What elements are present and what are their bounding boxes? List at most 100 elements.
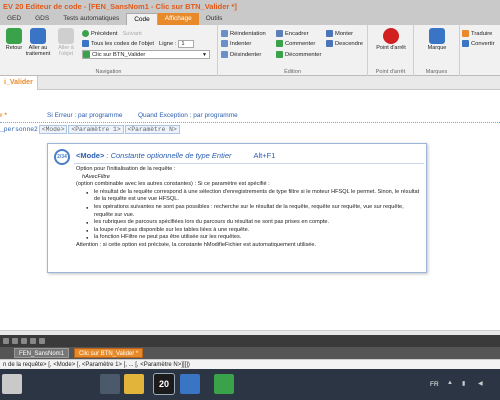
start-icon[interactable] <box>2 374 22 394</box>
indenter-button[interactable]: Indenter <box>221 39 251 48</box>
bookmark-icon <box>429 28 445 44</box>
aller-traitement-button[interactable]: Aller au traitement <box>24 28 52 57</box>
encadrer-button[interactable]: Encadrer <box>276 29 309 38</box>
tray-volume-icon[interactable]: ◀ <box>478 380 483 387</box>
tray-up-icon[interactable]: ▲ <box>447 380 453 386</box>
convertir-button[interactable]: Convertir <box>462 39 495 48</box>
tab-affichage[interactable]: Affichage <box>157 13 199 25</box>
monter-button[interactable]: Monter <box>326 29 353 38</box>
si-erreur-link[interactable]: Si Erreur : par programme <box>47 112 123 119</box>
ribbon-group-langue: Traduire Convertir <box>460 25 500 76</box>
quand-exception-link[interactable]: Quand Exception : par programme <box>138 112 238 119</box>
tous-codes-button[interactable]: Tous les codes de l'objet <box>91 41 154 47</box>
taskbar-folder-icon[interactable] <box>124 374 144 394</box>
breakpoint-group-label: Point d'arrêt <box>375 69 406 75</box>
taskbar-ie-icon[interactable] <box>100 374 120 394</box>
doc-tab-clic[interactable]: Clic sur BTN_Valider * <box>74 348 144 358</box>
taskbar-app-icon[interactable] <box>180 374 200 394</box>
reindent-icon <box>221 30 228 37</box>
encadrer-label: Encadrer <box>285 30 309 37</box>
doc-tab-fen[interactable]: FEN_SansNom1 <box>14 348 70 358</box>
help-line: Option pour l'initialisation de la requê… <box>76 166 176 172</box>
taskbar-camtasia-icon[interactable] <box>214 374 234 394</box>
decommenter-button[interactable]: Décommenter <box>276 50 321 59</box>
tab-gds[interactable]: GDS <box>28 13 56 25</box>
commenter-button[interactable]: Commenter <box>276 39 315 48</box>
ribbon-group-marques: Marque Marques <box>414 25 460 76</box>
monter-label: Monter <box>335 30 354 37</box>
help-body: Option pour l'initialisation de la requê… <box>76 166 424 250</box>
ribbon-group-breakpoint: Point d'arrêt Point d'arrêt <box>368 25 414 76</box>
parameter-help-popup: 2/34 <Mode> : Constante optionnelle de t… <box>47 143 427 273</box>
taskbar-windev-icon[interactable]: 20 <box>153 373 175 395</box>
desindenter-button[interactable]: Désindenter <box>221 50 261 59</box>
goto-process-icon <box>30 28 46 44</box>
convertir-label: Convertir <box>471 40 495 47</box>
precedent-label: Précédent <box>91 30 118 37</box>
descendre-label: Descendre <box>335 40 364 47</box>
marque-label: Marque <box>427 45 447 51</box>
move-down-icon <box>326 40 333 47</box>
edition-group-label: Édition <box>284 69 301 75</box>
aller-objet-button[interactable]: Aller à l'objet <box>52 28 80 57</box>
help-title: <Mode> : Constante optionnelle de type E… <box>76 151 275 160</box>
tool-icon-4[interactable] <box>30 338 36 344</box>
code-panel-tab[interactable]: i_Valider <box>0 76 38 90</box>
decommenter-label: Décommenter <box>285 51 322 58</box>
tab-code[interactable]: Code <box>126 13 158 25</box>
code-panel-header: i_Valider <box>0 76 500 90</box>
help-line: les rubriques de parcours spécifiées lor… <box>76 219 424 227</box>
syntax-hint-bar: n de la requête> [, <Mode> [, <Paramètre… <box>0 359 500 369</box>
suivant-button[interactable]: Suivant <box>122 31 141 37</box>
breakpoint-icon <box>383 28 399 44</box>
ligne-label: Ligne : <box>158 40 177 47</box>
ribbon-group-edition: Réindentation Indenter Désindenter Encad… <box>218 25 368 76</box>
event-select-value: Clic sur BTN_Valider <box>92 51 146 58</box>
windev-20-label: 20 <box>158 379 169 389</box>
tab-ged[interactable]: GED <box>0 13 28 25</box>
language-indicator[interactable]: FR <box>430 381 439 388</box>
event-select[interactable]: Clic sur BTN_Valider ▼ <box>82 50 210 59</box>
marques-group-label: Marques <box>425 69 448 75</box>
help-line: le résultat de la requête correspond à u… <box>76 189 424 204</box>
point-arret-button[interactable]: Point d'arrêt <box>373 28 409 51</box>
all-codes-icon <box>82 40 89 47</box>
reindentation-label: Réindentation <box>230 30 266 37</box>
menu-bar: GED GDS Tests automatiques Code Affichag… <box>0 13 500 25</box>
uncomment-icon <box>276 51 283 58</box>
marque-button[interactable]: Marque <box>419 28 455 51</box>
code-param-hint-1: <Paramètre 1> <box>68 125 124 134</box>
tab-tests[interactable]: Tests automatiques <box>56 13 126 25</box>
help-title-mode: <Mode> <box>76 151 105 160</box>
window-title: EV 20 Editeur de code - [FEN_SansNom1 - … <box>3 2 237 11</box>
tool-icon-3[interactable] <box>21 338 27 344</box>
event-icon <box>83 51 90 58</box>
window-titlebar: EV 20 Editeur de code - [FEN_SansNom1 - … <box>0 0 500 13</box>
help-line: la fonction HFiltre ne peut pas être uti… <box>76 234 424 242</box>
desindenter-label: Désindenter <box>230 51 262 58</box>
tool-icon-2[interactable] <box>12 338 18 344</box>
help-shortcut: Alt+F1 <box>253 151 276 160</box>
convert-icon <box>462 40 469 47</box>
code-param-hint-mode: <Mode> <box>38 125 68 134</box>
tool-icon-1[interactable] <box>3 338 9 344</box>
code-param-hint-n: <Paramètre N> <box>124 125 180 134</box>
tray-network-icon[interactable]: ▮ <box>462 380 465 387</box>
help-title-desc: : Constante optionnelle de type Entier <box>104 151 232 160</box>
ribbon-group-navigation: Retour Aller au traitement Aller à l'obj… <box>0 25 218 76</box>
tab-outils[interactable]: Outils <box>199 13 230 25</box>
ligne-input[interactable]: 1 <box>178 39 194 48</box>
point-arret-label: Point d'arrêt <box>376 45 406 51</box>
descendre-button[interactable]: Descendre <box>326 39 363 48</box>
comment-icon <box>276 40 283 47</box>
ribbon: Retour Aller au traitement Aller à l'obj… <box>0 25 500 76</box>
tool-icon-5[interactable] <box>39 338 45 344</box>
traduire-button[interactable]: Traduire <box>462 29 492 38</box>
code-line[interactable]: _personne2 <Mode> <Paramètre 1> <Paramètre … <box>0 125 180 134</box>
frame-icon <box>276 30 283 37</box>
indent-icon <box>221 40 228 47</box>
indenter-label: Indenter <box>230 40 252 47</box>
reindentation-button[interactable]: Réindentation <box>221 29 266 38</box>
precedent-button[interactable]: Précédent Suivant <box>82 29 142 38</box>
aller-objet-label: Aller à l'objet <box>58 45 74 57</box>
